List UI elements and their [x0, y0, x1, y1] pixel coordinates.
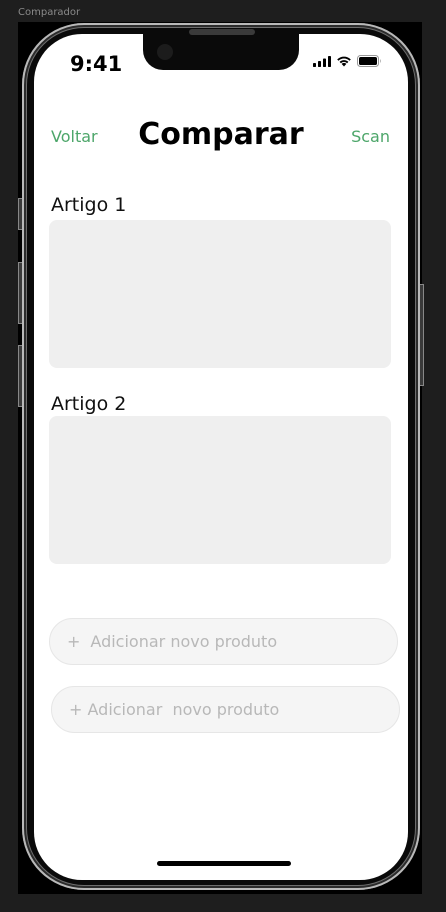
- scan-button[interactable]: Scan: [351, 127, 390, 146]
- frame-label: Comparador: [18, 7, 81, 18]
- article-2-label: Artigo 2: [51, 393, 127, 415]
- add-product-label: + Adicionar novo produto: [69, 700, 280, 719]
- notch: [143, 34, 299, 70]
- article-1-card[interactable]: [49, 220, 391, 368]
- front-camera: [157, 44, 173, 60]
- plus-icon: +: [67, 632, 81, 651]
- status-icons: [313, 55, 382, 67]
- phone-screen: 9:41 Voltar Comparar Scan Artigo 1 Artig…: [34, 34, 408, 880]
- add-product-button-2[interactable]: + Adicionar novo produto: [51, 686, 400, 733]
- article-2-card[interactable]: [49, 416, 391, 564]
- wifi-icon: [337, 56, 351, 67]
- cellular-signal-icon: [313, 55, 331, 67]
- home-indicator: [157, 861, 291, 866]
- status-time: 9:41: [70, 52, 123, 76]
- add-product-label: Adicionar novo produto: [90, 632, 278, 651]
- battery-icon: [357, 55, 381, 67]
- speaker-grille: [189, 29, 255, 35]
- add-product-button-1[interactable]: + Adicionar novo produto: [49, 618, 398, 665]
- article-1-label: Artigo 1: [51, 194, 127, 216]
